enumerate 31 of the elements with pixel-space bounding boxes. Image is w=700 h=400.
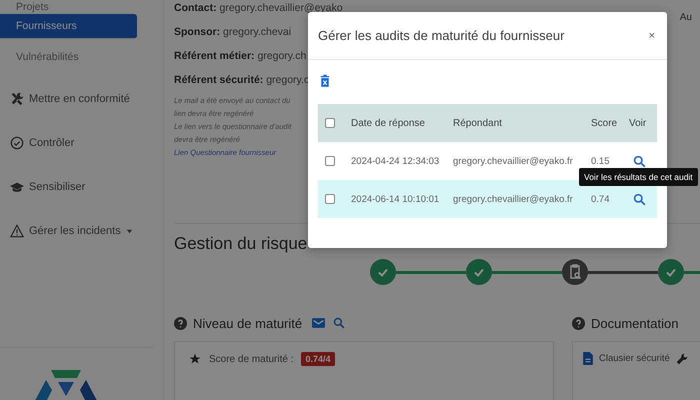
section-title: Gestion du risque — [174, 234, 308, 254]
detail-text: Référent sécurité: gregory.c — [174, 73, 310, 88]
score-cell: 0.15 — [591, 156, 610, 166]
column-text: Au — [680, 12, 692, 25]
date-cell: 2024-06-14 10:10:01 — [351, 194, 440, 204]
sidebar-item[interactable]: Gérer les incidents — [0, 209, 163, 253]
sidebar-item[interactable]: Sensibiliser — [0, 165, 163, 209]
document-link[interactable]: Clausier sécurité — [599, 353, 670, 364]
respondent-cell: gregory.chevaillier@eyako.fr — [453, 194, 573, 204]
sidebar-item[interactable]: Mettre en conformité — [0, 77, 163, 121]
sidebar-item[interactable]: Vulnérabilités — [0, 45, 163, 69]
dialog-title: Gérer les audits de maturité du fournisseur — [318, 28, 564, 43]
column-header: Voir — [629, 118, 646, 128]
column-header: Répondant — [453, 118, 502, 128]
sidebar-item[interactable]: Projets — [0, 0, 163, 14]
respondent-cell: gregory.chevaillier@eyako.fr — [453, 156, 573, 166]
close-button[interactable]: × — [646, 30, 657, 42]
score-badge: 0.74/4 — [301, 352, 335, 366]
detail-text: Référent métier: gregory.ch — [174, 49, 306, 64]
detail-text: Sponsor: gregory.chevai — [174, 25, 292, 40]
date-cell: 2024-04-24 12:34:03 — [351, 156, 440, 166]
score-cell: 0.74 — [591, 194, 610, 204]
sidebar-item[interactable]: Contrôler — [0, 121, 163, 165]
tooltip: Voir les résultats de cet audit — [579, 168, 698, 186]
column-header: Date de réponse — [351, 118, 425, 128]
detail-text: Contact: gregory.chevaillier@eyako — [174, 1, 343, 16]
section-title: Documentation — [591, 316, 678, 330]
score-label: Score de maturité : — [209, 354, 294, 364]
sidebar-item[interactable]: Fournisseurs — [0, 14, 137, 39]
section-title: Niveau de maturité — [193, 316, 302, 330]
column-header: Score — [591, 118, 618, 128]
